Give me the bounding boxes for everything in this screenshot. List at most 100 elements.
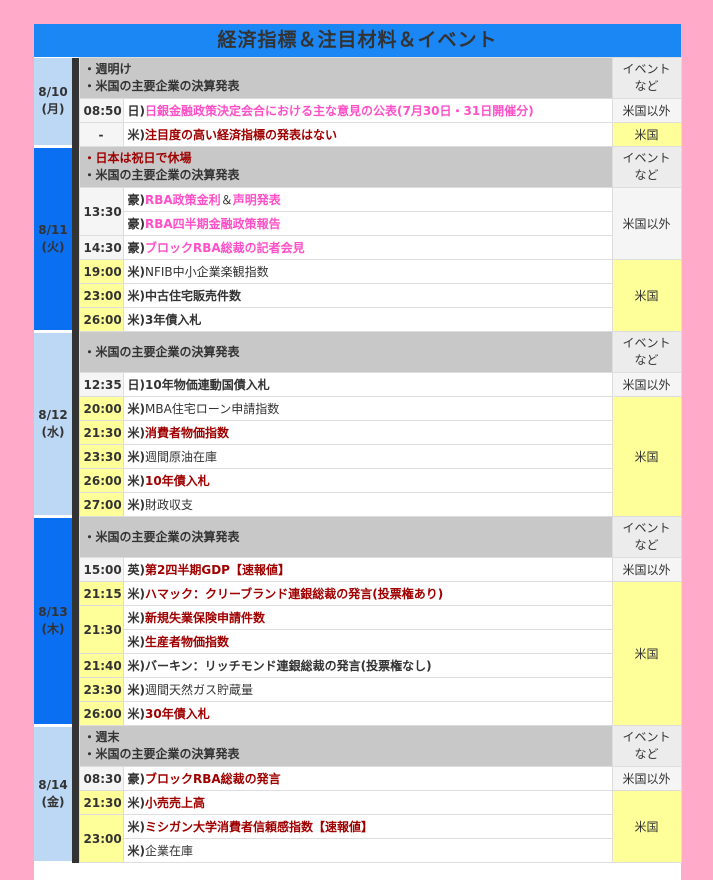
weekday-label: (金) <box>41 795 65 809</box>
event-header: イベント など <box>611 57 682 99</box>
event-text: 企業在庫 <box>145 844 194 858</box>
event-cell: 米)企業在庫 <box>122 838 613 863</box>
event-text: 週間原油在庫 <box>145 450 218 464</box>
event-cell: 豪)RBA政策金利＆声明発表 <box>122 187 613 212</box>
day-separator-bar <box>72 725 79 863</box>
day-separator-bar <box>72 331 79 517</box>
day-notes: ・米国の主要企業の決算発表 <box>78 516 613 558</box>
time-cell: 08:30 <box>78 766 124 791</box>
event-text: 新規失業保険申請件数 <box>145 611 266 625</box>
event-cell: 米)NFIB中小企業楽観指数 <box>122 259 613 284</box>
country-prefix: 豪) <box>127 241 146 255</box>
event-text: MBA住宅ローン申請指数 <box>145 402 280 416</box>
date-cell: 8/11 (火) <box>34 146 72 333</box>
table-row: 23:30 米)週間天然ガス貯蔵量 <box>34 677 681 702</box>
event-text: 週間天然ガス貯蔵量 <box>145 683 254 697</box>
date-cell: 8/13 (木) <box>34 516 72 727</box>
country-prefix: 米) <box>127 683 146 697</box>
date-cell: 8/10 (月) <box>34 57 72 148</box>
event-header: イベント など <box>611 725 682 767</box>
event-cell: 米)ハマック：クリーブランド連銀総裁の発言(投票権あり) <box>122 581 613 606</box>
note-item: ・米国の主要企業の決算発表 <box>83 344 240 359</box>
time-cell: 23:30 <box>78 677 124 702</box>
weekday-label: (水) <box>41 425 65 439</box>
event-text: 注目度の高い経済指標の発表はない <box>145 128 338 142</box>
time-cell: 23:00 <box>78 283 124 308</box>
table-row: 21:30 米)新規失業保険申請件数 <box>34 605 681 654</box>
table-row: 08:30 豪)ブロックRBA総裁の発言 米国以外 <box>34 766 682 791</box>
event-cell: 米)10年債入札 <box>122 468 613 493</box>
category-cell: 米国 <box>611 581 682 726</box>
event-cell: 米)週間原油在庫 <box>122 444 613 469</box>
event-cell: 米)中古住宅販売件数 <box>122 283 613 308</box>
table-row: 豪)RBA四半期金融政策報告 <box>34 211 681 236</box>
event-cell: 米)30年債入札 <box>122 701 613 726</box>
day-notes: ・週明け ・米国の主要企業の決算発表 <box>78 57 613 99</box>
day-notes-row: 8/11 (火) ・日本は祝日で休場 ・米国の主要企業の決算発表 イベント など <box>34 146 682 333</box>
time-cell: 21:40 <box>78 653 124 678</box>
time-cell: 15:00 <box>78 557 124 582</box>
day-notes-row: 8/14 (金) ・週末 ・米国の主要企業の決算発表 イベント など <box>34 725 682 864</box>
country-prefix: 米) <box>127 707 146 721</box>
country-prefix: 米) <box>127 635 146 649</box>
country-prefix: 米) <box>127 474 146 488</box>
table-row: 23:00 米)中古住宅販売件数 <box>34 283 681 308</box>
table-row: 21:30 米)小売売上高 米国 <box>34 790 682 863</box>
country-prefix: 米) <box>127 820 146 834</box>
table-row: 21:15 米)ハマック：クリーブランド連銀総裁の発言(投票権あり) 米国 <box>34 581 682 726</box>
event-text: 3年債入札 <box>145 313 202 327</box>
country-prefix: 豪) <box>127 193 146 207</box>
day-notes: ・米国の主要企業の決算発表 <box>78 331 613 373</box>
time-cell: 14:30 <box>78 235 124 260</box>
event-cell: 米)注目度の高い経済指標の発表はない <box>122 122 613 147</box>
time-cell: 21:30 <box>78 420 124 445</box>
category-cell: 米国 <box>611 790 682 863</box>
country-prefix: 米) <box>127 587 146 601</box>
date-cell: 8/14 (金) <box>34 725 72 864</box>
day-notes-row: 8/10 (月) ・週明け ・米国の主要企業の決算発表 イベント など <box>34 57 682 148</box>
time-cell: 13:30 <box>78 187 124 236</box>
event-text: ミシガン大学消費者信頼感指数【速報値】 <box>145 820 374 834</box>
country-prefix: 米) <box>127 128 146 142</box>
event-cell: 英)第2四半期GDP【速報値】 <box>122 557 613 582</box>
weekday-label: (木) <box>41 622 65 636</box>
event-text: 第2四半期GDP【速報値】 <box>145 563 290 577</box>
time-cell: 12:35 <box>78 372 124 397</box>
time-cell: 26:00 <box>78 468 124 493</box>
time-cell: 23:00 <box>78 814 124 863</box>
event-cell: 米)週間天然ガス貯蔵量 <box>122 677 613 702</box>
country-prefix: 米) <box>127 498 146 512</box>
category-cell: 米国以外 <box>611 187 682 260</box>
event-cell: 豪)RBA四半期金融政策報告 <box>122 211 613 236</box>
note-item: ・米国の主要企業の決算発表 <box>83 747 240 761</box>
date-label: 8/12 <box>38 408 68 422</box>
category-cell: 米国 <box>611 122 682 147</box>
event-calendar-table: 8/10 (月) ・週明け ・米国の主要企業の決算発表 イベント など 08:50… <box>34 57 682 864</box>
event-header-label: イベント など <box>622 521 671 552</box>
event-text: 声明発表 <box>232 193 281 207</box>
category-cell: 米国以外 <box>611 557 682 582</box>
page-title: 経済指標＆注目材料＆イベント <box>34 24 681 57</box>
event-header-label: イベント など <box>622 730 671 761</box>
time-cell: - <box>78 122 124 147</box>
event-text: NFIB中小企業楽観指数 <box>145 265 269 279</box>
table-row: 26:00 米)10年債入札 <box>34 468 681 493</box>
time-cell: 27:00 <box>78 492 124 517</box>
event-header: イベント など <box>611 331 682 373</box>
country-prefix: 米) <box>127 796 146 810</box>
country-prefix: 米) <box>127 265 146 279</box>
table-row: 23:00 米)ミシガン大学消費者信頼感指数【速報値】 <box>34 814 681 863</box>
weekday-label: (火) <box>41 240 65 254</box>
category-cell: 米国 <box>611 259 682 332</box>
event-header-label: イベント など <box>622 62 671 93</box>
weekday-label: (月) <box>41 102 65 117</box>
note-item: ・米国の主要企業の決算発表 <box>83 529 240 544</box>
note-item-holiday: ・日本は祝日で休場 <box>83 151 192 165</box>
event-header: イベント など <box>611 146 682 188</box>
event-cell: 米)3年債入札 <box>122 307 613 332</box>
table-row: 26:00 米)30年債入札 <box>34 701 681 726</box>
time-cell: 23:30 <box>78 444 124 469</box>
country-prefix: 米) <box>127 844 146 858</box>
category-cell: 米国以外 <box>611 766 682 791</box>
event-header-label: イベント など <box>622 151 671 182</box>
